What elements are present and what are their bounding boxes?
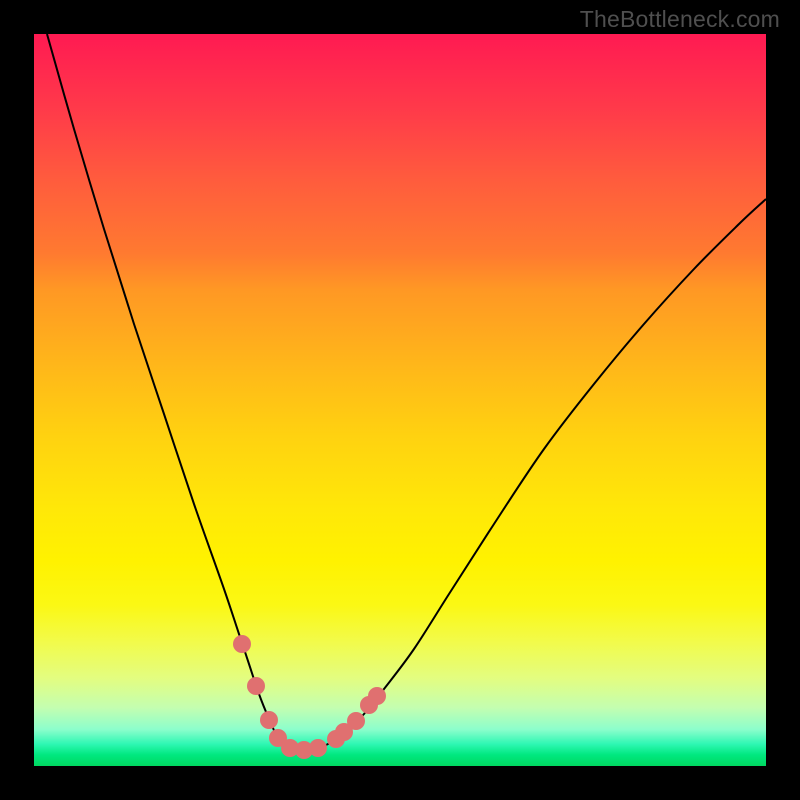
watermark-text: TheBottleneck.com — [580, 6, 780, 33]
marker-dot — [260, 711, 278, 729]
bottleneck-curve — [47, 34, 766, 751]
curve-layer — [34, 34, 766, 766]
marker-dot — [309, 739, 327, 757]
chart-frame: TheBottleneck.com — [0, 0, 800, 800]
plot-area — [34, 34, 766, 766]
marker-dot — [233, 635, 251, 653]
marker-dot — [247, 677, 265, 695]
marker-dot — [368, 687, 386, 705]
marker-dots-group — [233, 635, 386, 759]
marker-dot — [347, 712, 365, 730]
